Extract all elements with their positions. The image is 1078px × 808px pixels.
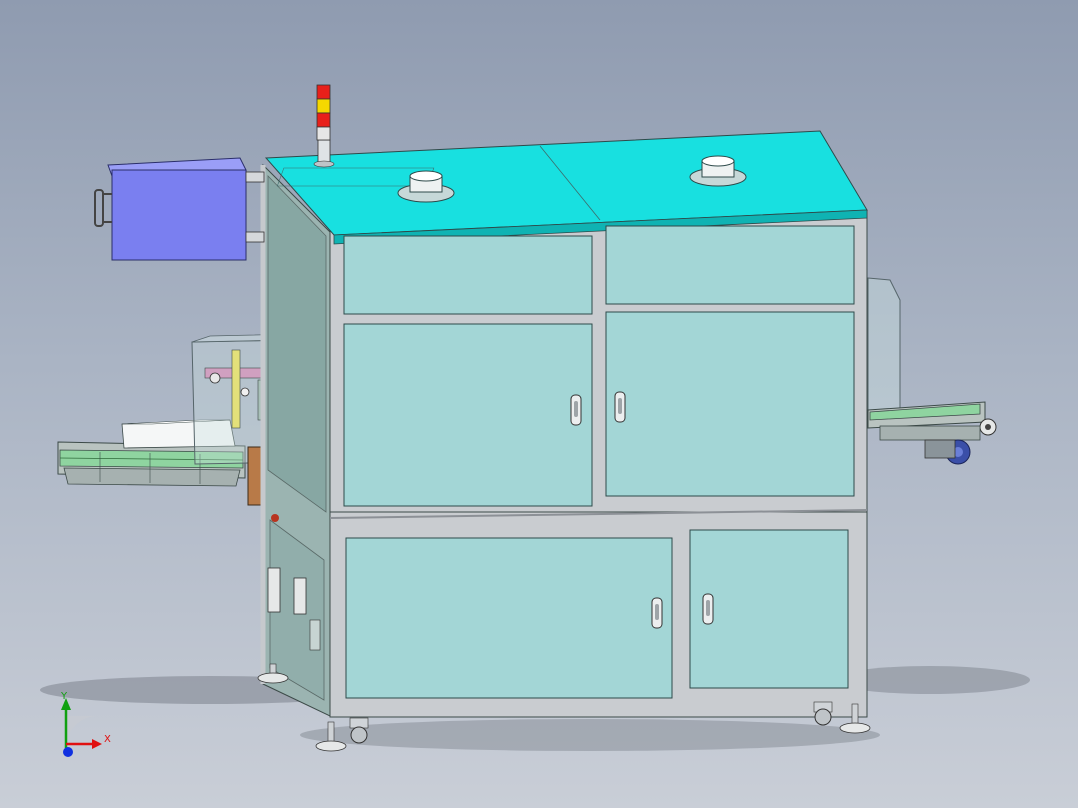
cabinet-left-side	[260, 163, 331, 717]
upper-panel-right[interactable]	[605, 225, 855, 305]
door-handle[interactable]	[570, 394, 582, 426]
lower-door-left[interactable]	[345, 537, 673, 699]
y-axis-label: Y	[60, 691, 68, 702]
caster-wheel	[813, 701, 833, 726]
right-conveyor[interactable]	[867, 277, 997, 465]
door-handle[interactable]	[651, 597, 663, 629]
lower-door-right[interactable]	[689, 529, 849, 689]
middle-door-left[interactable]	[343, 323, 593, 507]
cad-viewport[interactable]: Y X	[0, 0, 1078, 808]
upper-panel-left[interactable]	[343, 235, 593, 315]
z-axis-dot	[63, 747, 73, 757]
x-axis-label: X	[104, 734, 111, 745]
caster-wheel	[349, 717, 369, 744]
electrical-control-box[interactable]	[94, 157, 265, 261]
middle-door-right[interactable]	[605, 311, 855, 497]
door-handle[interactable]	[702, 593, 714, 625]
door-handle[interactable]	[614, 391, 626, 423]
x-axis-arrow	[92, 739, 102, 749]
